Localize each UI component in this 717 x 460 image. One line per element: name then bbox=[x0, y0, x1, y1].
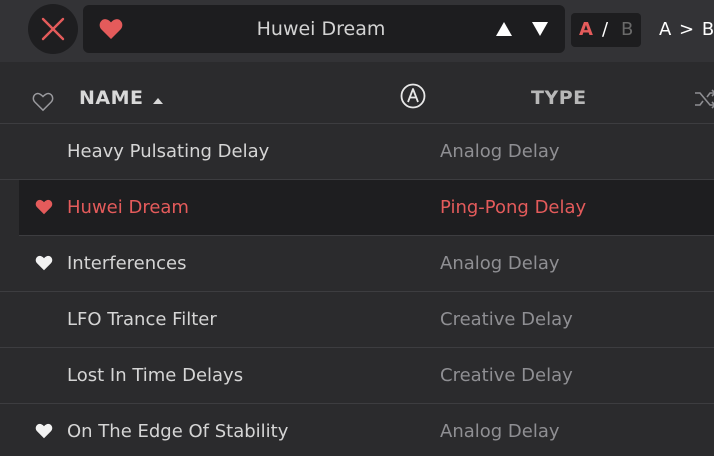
ab-switch: A / B bbox=[571, 13, 641, 47]
preset-type: Ping-Pong Delay bbox=[440, 197, 587, 218]
heart-icon[interactable] bbox=[99, 18, 123, 40]
close-x-icon bbox=[41, 17, 65, 41]
preset-type: Analog Delay bbox=[440, 253, 560, 274]
preset-row-selected[interactable]: Huwei Dream Ping-Pong Delay bbox=[19, 180, 714, 236]
heart-outline-icon[interactable] bbox=[32, 92, 54, 112]
preset-row[interactable]: LFO Trance Filter Creative Delay bbox=[0, 292, 714, 348]
ab-a-button[interactable]: A bbox=[579, 13, 593, 47]
preset-row[interactable]: On The Edge Of Stability Analog Delay bbox=[0, 404, 714, 456]
preset-row[interactable]: Interferences Analog Delay bbox=[0, 236, 714, 292]
top-bar: Huwei Dream A / B A > B bbox=[0, 0, 714, 62]
ab-b-button[interactable]: B bbox=[621, 13, 633, 47]
heart-icon[interactable] bbox=[35, 423, 53, 439]
shuffle-icon[interactable] bbox=[694, 88, 717, 110]
preset-row[interactable]: Lost In Time Delays Creative Delay bbox=[0, 348, 714, 404]
preset-name: On The Edge Of Stability bbox=[67, 421, 289, 442]
copy-a-to-b-button[interactable]: A > B bbox=[659, 13, 714, 47]
preset-name: LFO Trance Filter bbox=[67, 309, 217, 330]
arturia-logo-icon[interactable] bbox=[400, 83, 426, 109]
arrow-up-icon[interactable] bbox=[495, 20, 513, 38]
heart-icon[interactable] bbox=[35, 199, 53, 215]
sort-ascending-icon[interactable] bbox=[153, 98, 163, 104]
close-button[interactable] bbox=[28, 4, 78, 54]
preset-browser-window: Huwei Dream A / B A > B NAME TYPE Heavy … bbox=[0, 0, 717, 456]
preset-type: Creative Delay bbox=[440, 365, 573, 386]
column-header-type[interactable]: TYPE bbox=[531, 87, 587, 109]
ab-separator: / bbox=[602, 19, 609, 40]
arrow-down-icon[interactable] bbox=[531, 20, 549, 38]
preset-row[interactable]: Heavy Pulsating Delay Analog Delay bbox=[0, 124, 714, 180]
preset-selector: Huwei Dream bbox=[83, 5, 565, 53]
preset-name: Lost In Time Delays bbox=[67, 365, 244, 386]
preset-name: Interferences bbox=[67, 253, 187, 274]
list-header: NAME TYPE bbox=[0, 62, 717, 124]
preset-name: Huwei Dream bbox=[67, 197, 189, 218]
preset-type: Analog Delay bbox=[440, 141, 560, 162]
current-preset-name[interactable]: Huwei Dream bbox=[203, 5, 439, 53]
preset-name: Heavy Pulsating Delay bbox=[67, 141, 270, 162]
preset-type: Creative Delay bbox=[440, 309, 573, 330]
preset-list: Heavy Pulsating Delay Analog Delay Huwei… bbox=[0, 124, 714, 456]
heart-icon[interactable] bbox=[35, 255, 53, 271]
preset-type: Analog Delay bbox=[440, 421, 560, 442]
column-header-name[interactable]: NAME bbox=[79, 87, 144, 109]
